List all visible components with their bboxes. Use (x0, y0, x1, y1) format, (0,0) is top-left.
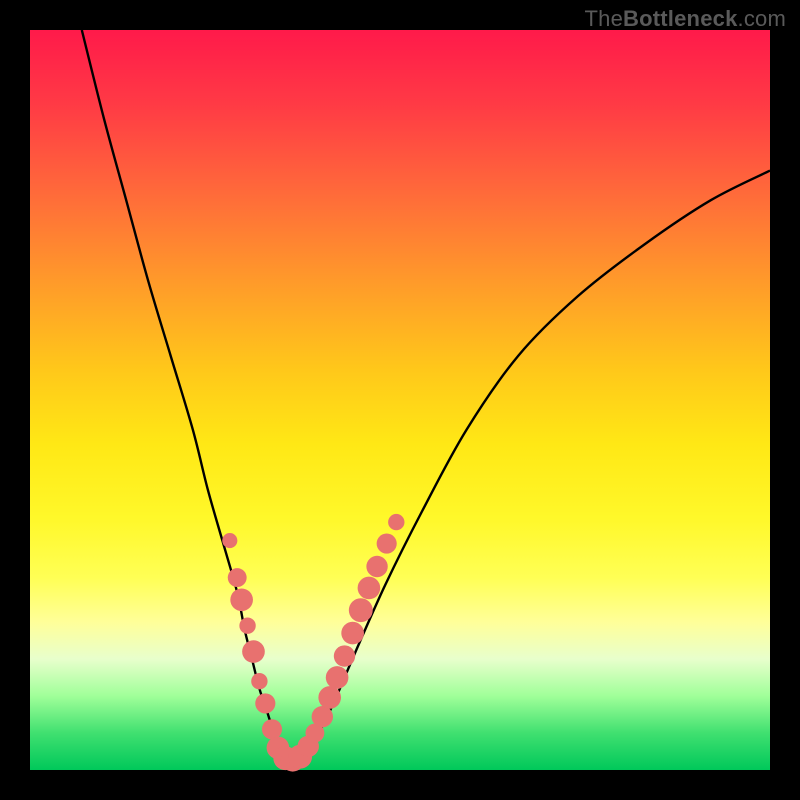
marker-dot (366, 556, 387, 577)
data-markers (222, 514, 404, 772)
marker-dot (251, 673, 267, 689)
marker-dot (228, 568, 247, 587)
watermark-bold: Bottleneck (623, 6, 737, 31)
chart-svg (30, 30, 770, 770)
marker-dot (358, 577, 381, 600)
marker-dot (262, 719, 282, 739)
marker-dot (318, 686, 341, 709)
watermark-prefix: The (585, 6, 624, 31)
watermark: TheBottleneck.com (585, 6, 786, 32)
marker-dot (239, 618, 255, 634)
curve-curve-right (289, 171, 770, 763)
marker-dot (341, 622, 364, 645)
marker-dot (222, 533, 237, 548)
marker-dot (242, 640, 265, 663)
marker-dot (326, 666, 349, 689)
frame: TheBottleneck.com (0, 0, 800, 800)
marker-dot (377, 533, 397, 553)
marker-dot (312, 706, 333, 727)
marker-dot (388, 514, 404, 530)
curve-lines (82, 30, 770, 763)
marker-dot (334, 645, 355, 666)
marker-dot (255, 693, 275, 713)
marker-dot (230, 588, 253, 611)
watermark-suffix: .com (738, 6, 786, 31)
marker-dot (349, 598, 373, 622)
